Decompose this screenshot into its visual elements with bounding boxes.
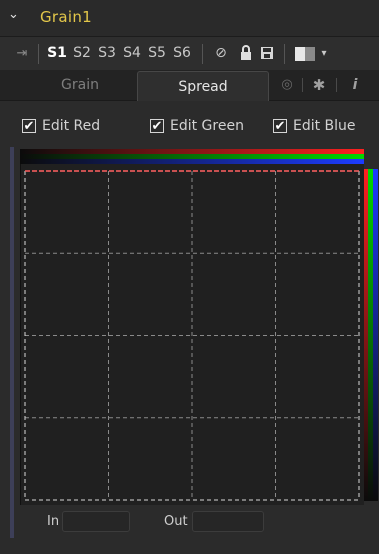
out-label: Out xyxy=(164,514,188,529)
toolbar-separator xyxy=(284,44,285,64)
chevron-down-icon[interactable]: ▾ xyxy=(318,37,330,70)
node-header: ⌄ Grain1 xyxy=(0,0,379,36)
pin-icon[interactable]: ⇥ xyxy=(8,37,36,70)
null-icon[interactable]: ⊘ xyxy=(212,37,230,70)
edit-blue-checkbox[interactable]: ✔ Edit Blue xyxy=(273,116,373,136)
panel-scrollbar[interactable] xyxy=(10,147,14,538)
collapse-chevron-icon[interactable]: ⌄ xyxy=(8,6,22,24)
version-slot-1[interactable]: S1 xyxy=(46,37,68,70)
color-swatch[interactable] xyxy=(295,47,315,61)
save-icon[interactable] xyxy=(258,37,276,70)
gear-icon[interactable]: ✱ xyxy=(308,70,330,100)
panel-footer xyxy=(0,540,379,554)
in-field[interactable] xyxy=(62,511,130,532)
check-icon[interactable]: ✔ xyxy=(150,119,164,133)
tab-separator xyxy=(336,78,337,92)
tab-separator xyxy=(302,78,303,92)
in-label: In xyxy=(47,514,60,529)
tab-spread[interactable]: Spread xyxy=(137,71,269,101)
out-field[interactable] xyxy=(192,511,264,532)
toolbar-separator xyxy=(202,44,203,64)
node-title: Grain1 xyxy=(40,8,93,26)
link-icon[interactable]: ◎ xyxy=(276,70,298,100)
edit-blue-label: Edit Blue xyxy=(293,118,356,134)
check-icon[interactable]: ✔ xyxy=(22,119,36,133)
curve-graph[interactable] xyxy=(20,164,364,505)
version-slot-2[interactable]: S2 xyxy=(71,37,93,70)
version-slot-4[interactable]: S4 xyxy=(121,37,143,70)
edit-green-label: Edit Green xyxy=(170,118,244,134)
tab-bar: Grain Spread ◎ ✱ i xyxy=(0,70,379,101)
edit-red-label: Edit Red xyxy=(42,118,101,134)
horizontal-color-ramps xyxy=(20,149,364,164)
vertical-color-ramps xyxy=(363,169,378,501)
version-slot-6[interactable]: S6 xyxy=(171,37,193,70)
info-icon[interactable]: i xyxy=(344,70,366,100)
tab-grain[interactable]: Grain xyxy=(40,70,120,100)
edit-red-checkbox[interactable]: ✔ Edit Red xyxy=(22,116,132,136)
edit-green-checkbox[interactable]: ✔ Edit Green xyxy=(150,116,270,136)
version-slot-5[interactable]: S5 xyxy=(146,37,168,70)
curve-grid xyxy=(24,170,360,501)
blue-vertical-ramp xyxy=(373,169,378,501)
version-slot-3[interactable]: S3 xyxy=(96,37,118,70)
toolbar-separator xyxy=(38,44,39,64)
lock-icon[interactable] xyxy=(237,37,255,70)
version-toolbar: ⇥ S1 S2 S3 S4 S5 S6 ⊘ ▾ xyxy=(0,36,379,70)
check-icon[interactable]: ✔ xyxy=(273,119,287,133)
